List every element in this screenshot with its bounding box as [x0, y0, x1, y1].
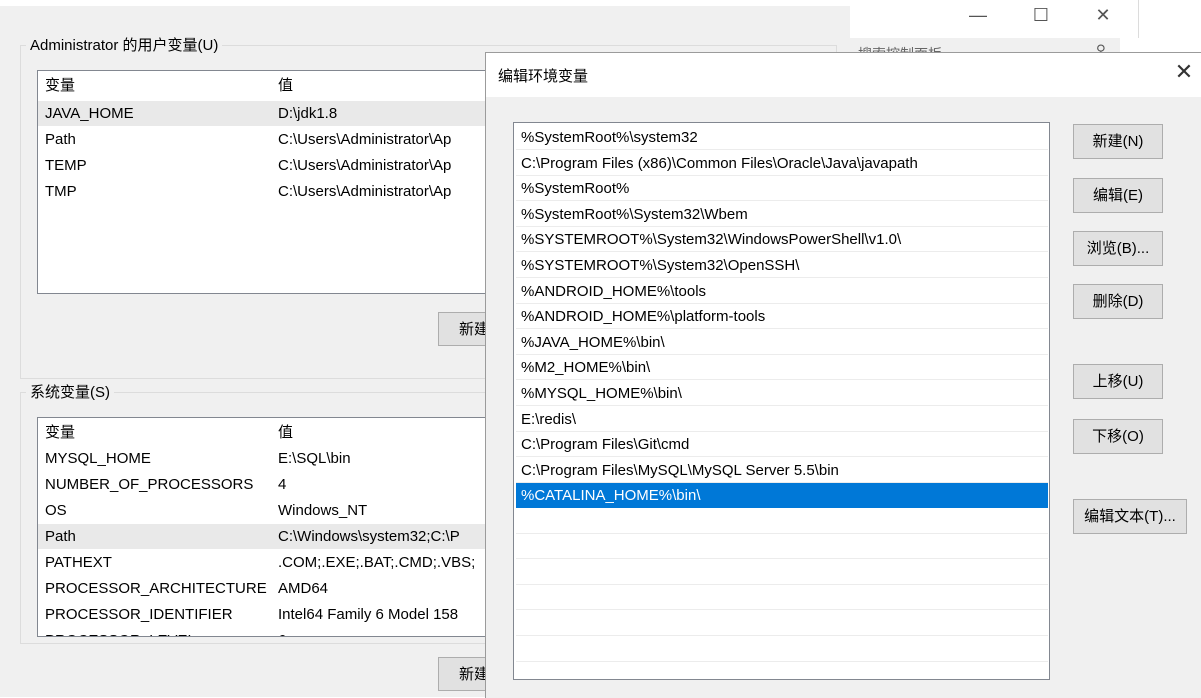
- variable-name: TMP: [45, 183, 77, 200]
- variable-value: 4: [278, 476, 287, 493]
- close-icon[interactable]: ✕: [1080, 2, 1126, 32]
- path-entry-text: C:\Program Files\Git\cmd: [521, 436, 690, 453]
- empty-row[interactable]: [516, 560, 1048, 585]
- path-entry[interactable]: C:\Program Files (x86)\Common Files\Orac…: [516, 151, 1048, 176]
- edit-text-button[interactable]: 编辑文本(T)...: [1073, 499, 1187, 534]
- path-entry[interactable]: C:\Program Files\Git\cmd: [516, 432, 1048, 457]
- path-entry[interactable]: %ANDROID_HOME%\platform-tools: [516, 304, 1048, 329]
- variable-value: C:\Users\Administrator\Ap: [278, 131, 452, 148]
- variable-value: Intel64 Family 6 Model 158: [278, 606, 459, 623]
- path-entry[interactable]: %ANDROID_HOME%\tools: [516, 279, 1048, 304]
- column-header-name[interactable]: 变量: [45, 418, 75, 448]
- path-entry[interactable]: %SystemRoot%\System32\Wbem: [516, 202, 1048, 227]
- user-variables-title: Administrator 的用户变量(U): [26, 36, 223, 56]
- path-entry-text: %CATALINA_HOME%\bin\: [521, 487, 701, 504]
- variable-name: Path: [45, 528, 76, 545]
- path-entry-selected[interactable]: %CATALINA_HOME%\bin\: [516, 483, 1048, 508]
- path-entry-text: %JAVA_HOME%\bin\: [521, 334, 665, 351]
- path-entry-text: E:\redis\: [521, 411, 577, 428]
- empty-row[interactable]: [516, 534, 1048, 559]
- variable-name: TEMP: [45, 157, 87, 174]
- variable-value: Windows_NT: [278, 502, 368, 519]
- variable-value: C:\Users\Administrator\Ap: [278, 183, 452, 200]
- variable-name: PROCESSOR_LEVEL: [45, 628, 196, 636]
- path-entry-text: %ANDROID_HOME%\tools: [521, 283, 707, 300]
- column-header-value[interactable]: 值: [278, 71, 293, 101]
- path-entry-text: %SYSTEMROOT%\System32\WindowsPowerShell\…: [521, 231, 902, 248]
- path-entry-text: %SystemRoot%\System32\Wbem: [521, 206, 748, 223]
- empty-row[interactable]: [516, 637, 1048, 662]
- path-entry[interactable]: C:\Program Files\MySQL\MySQL Server 5.5\…: [516, 458, 1048, 483]
- browse-button[interactable]: 浏览(B)...: [1073, 231, 1163, 266]
- empty-row[interactable]: [516, 585, 1048, 610]
- variable-value: D:\jdk1.8: [278, 105, 338, 122]
- new-button[interactable]: 新建(N): [1073, 124, 1163, 159]
- dialog-title: 编辑环境变量: [498, 68, 589, 85]
- path-entry-text: %SystemRoot%: [521, 180, 630, 197]
- path-entry[interactable]: %M2_HOME%\bin\: [516, 355, 1048, 380]
- edit-button[interactable]: 编辑(E): [1073, 178, 1163, 213]
- minimize-icon[interactable]: —: [955, 2, 1001, 32]
- variable-value: 6: [278, 628, 286, 636]
- dialog-titlebar: 编辑环境变量 ✕: [486, 53, 1201, 97]
- path-entry[interactable]: %SYSTEMROOT%\System32\WindowsPowerShell\…: [516, 227, 1048, 252]
- delete-button[interactable]: 删除(D): [1073, 284, 1163, 319]
- variable-value: C:\Windows\system32;C:\P: [278, 528, 460, 545]
- variable-name: PROCESSOR_IDENTIFIER: [45, 606, 233, 623]
- control-panel-titlebar: — ☐ ✕: [850, 0, 1139, 38]
- variable-name: OS: [45, 502, 67, 519]
- maximize-icon[interactable]: ☐: [1018, 2, 1064, 32]
- path-entry[interactable]: %JAVA_HOME%\bin\: [516, 330, 1048, 355]
- variable-name: JAVA_HOME: [45, 105, 134, 122]
- path-entry[interactable]: %SystemRoot%\system32: [516, 125, 1048, 150]
- path-entry[interactable]: %SystemRoot%: [516, 176, 1048, 201]
- variable-value: C:\Users\Administrator\Ap: [278, 157, 452, 174]
- path-entry[interactable]: %MYSQL_HOME%\bin\: [516, 381, 1048, 406]
- path-entry-text: %M2_HOME%\bin\: [521, 359, 651, 376]
- path-entry[interactable]: %SYSTEMROOT%\System32\OpenSSH\: [516, 253, 1048, 278]
- column-header-name[interactable]: 变量: [45, 71, 75, 101]
- path-entry-text: %ANDROID_HOME%\platform-tools: [521, 308, 766, 325]
- variable-name: PATHEXT: [45, 554, 112, 571]
- path-entry-text: %SystemRoot%\system32: [521, 129, 698, 146]
- edit-environment-variable-dialog: 编辑环境变量 ✕ %SystemRoot%\system32 C:\Progra…: [485, 52, 1201, 698]
- variable-name: MYSQL_HOME: [45, 450, 151, 467]
- path-entry-text: C:\Program Files (x86)\Common Files\Orac…: [521, 155, 918, 172]
- variable-value: .COM;.EXE;.BAT;.CMD;.VBS;: [278, 554, 476, 571]
- path-entry[interactable]: E:\redis\: [516, 407, 1048, 432]
- variable-value: AMD64: [278, 580, 329, 597]
- path-entry-text: %MYSQL_HOME%\bin\: [521, 385, 682, 402]
- window-top-edge: [0, 0, 850, 6]
- control-panel-window: — ☐ ✕ 搜索控制面板 ⚲: [850, 0, 1201, 62]
- move-down-button[interactable]: 下移(O): [1073, 419, 1163, 454]
- move-up-button[interactable]: 上移(U): [1073, 364, 1163, 399]
- column-header-value[interactable]: 值: [278, 418, 293, 448]
- path-list[interactable]: %SystemRoot%\system32 C:\Program Files (…: [513, 122, 1050, 680]
- system-variables-title: 系统变量(S): [26, 383, 114, 403]
- variable-name: Path: [45, 131, 76, 148]
- empty-row[interactable]: [516, 509, 1048, 534]
- path-entry-text: %SYSTEMROOT%\System32\OpenSSH\: [521, 257, 800, 274]
- variable-name: PROCESSOR_ARCHITECTURE: [45, 580, 267, 597]
- variable-name: NUMBER_OF_PROCESSORS: [45, 476, 254, 493]
- path-entry-text: C:\Program Files\MySQL\MySQL Server 5.5\…: [521, 462, 839, 479]
- variable-value: E:\SQL\bin: [278, 450, 351, 467]
- empty-row[interactable]: [516, 611, 1048, 636]
- close-icon[interactable]: ✕: [1170, 59, 1198, 87]
